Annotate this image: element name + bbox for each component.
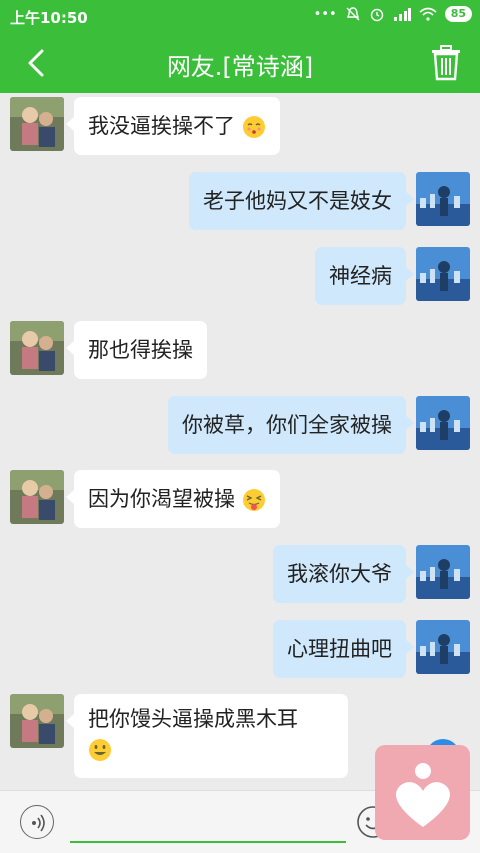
battery-indicator: 85 [444, 6, 472, 22]
message-text: 那也得挨操 [88, 338, 193, 362]
sent-message-bubble[interactable]: 你被草，你们全家被操 [168, 396, 414, 454]
trash-icon[interactable] [430, 45, 462, 81]
my-avatar[interactable] [416, 247, 470, 301]
mute-bell-icon [346, 7, 360, 21]
my-avatar[interactable] [416, 620, 470, 674]
status-bar: 上午10:50 ••• 85 [0, 0, 480, 33]
alarm-icon [370, 8, 383, 22]
signal-icon [393, 8, 411, 21]
received-message-bubble[interactable]: 我没逼挨操不了 [66, 97, 280, 155]
floating-heart-button[interactable] [375, 745, 470, 840]
sent-message-bubble[interactable]: 神经病 [315, 247, 414, 305]
received-message-bubble[interactable]: 那也得挨操 [66, 321, 207, 379]
sent-message-bubble[interactable]: 心理扭曲吧 [273, 620, 414, 678]
contact-avatar[interactable] [10, 694, 64, 748]
received-message-bubble[interactable]: 把你馒头逼操成黑木耳 [66, 694, 348, 778]
more-dots-icon: ••• [313, 6, 337, 22]
received-message-bubble[interactable]: 因为你渴望被操 [66, 470, 280, 528]
wifi-icon [419, 7, 437, 21]
sent-message-bubble[interactable]: 我滚你大爷 [273, 545, 414, 603]
message-text: 我滚你大爷 [287, 562, 392, 586]
tongue-out-face-icon [242, 489, 265, 511]
message-input[interactable] [70, 803, 346, 843]
message-text: 因为你渴望被操 [88, 487, 235, 511]
contact-avatar[interactable] [10, 321, 64, 375]
chat-title: 网友.[常诗涵] [166, 53, 314, 81]
message-text: 老子他妈又不是妓女 [203, 189, 392, 213]
message-text: 心理扭曲吧 [287, 637, 392, 661]
sent-message-bubble[interactable]: 老子他妈又不是妓女 [189, 172, 414, 230]
status-icons: ••• 85 [314, 6, 472, 22]
smiley-face-icon [89, 739, 111, 761]
message-text: 我没逼挨操不了 [88, 114, 235, 138]
heart-person-icon [396, 763, 450, 827]
contact-avatar[interactable] [10, 470, 64, 524]
message-list[interactable]: 我没逼挨操不了 老子他妈又不是妓女 神经病 那也得挨操 你被草，你们全家被操 因… [0, 93, 480, 790]
voice-wave-icon [32, 814, 45, 832]
contact-avatar[interactable] [10, 97, 64, 151]
my-avatar[interactable] [416, 172, 470, 226]
voice-input-button[interactable] [20, 805, 54, 839]
message-text: 神经病 [329, 264, 392, 288]
my-avatar[interactable] [416, 545, 470, 599]
kissing-face-icon [242, 116, 265, 138]
my-avatar[interactable] [416, 396, 470, 450]
status-time: 上午10:50 [10, 9, 88, 27]
message-text: 把你馒头逼操成黑木耳 [88, 707, 298, 731]
message-text: 你被草，你们全家被操 [182, 413, 392, 437]
chat-header: 网友.[常诗涵] [0, 33, 480, 93]
